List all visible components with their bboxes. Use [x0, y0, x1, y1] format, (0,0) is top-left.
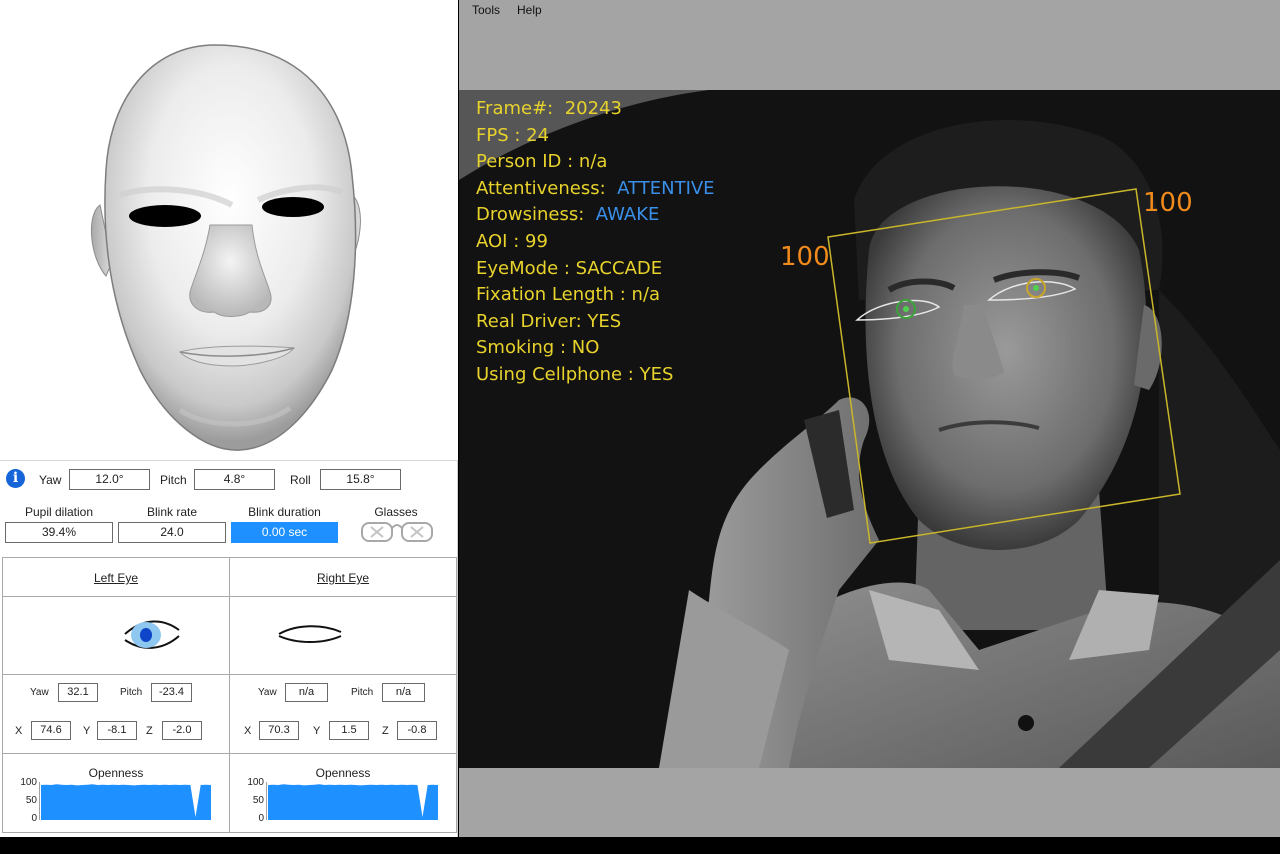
right-eye-x-label: X [244, 725, 252, 737]
right-openness-ytick-50: 50 [252, 795, 264, 806]
right-eye-z-label: Z [382, 725, 389, 737]
divider [229, 558, 230, 832]
right-eye-yaw-label: Yaw [258, 687, 277, 698]
blink-duration-label: Blink duration [248, 505, 321, 519]
divider [3, 674, 456, 675]
face-box-label-right: 100 [1143, 188, 1193, 218]
menu-help[interactable]: Help [517, 3, 542, 17]
divider [3, 596, 456, 597]
left-openness-ytick-50: 50 [25, 795, 37, 806]
right-eye-title: Right Eye [316, 571, 370, 585]
openness-area [41, 784, 211, 820]
video-padding [459, 768, 1280, 837]
glasses-label: Glasses [374, 505, 418, 519]
overlay-drowsiness: Drowsiness: AWAKE [476, 204, 660, 225]
divider [3, 753, 456, 754]
right-openness-chart [266, 782, 438, 820]
right-openness-ytick-100: 100 [247, 777, 264, 788]
glasses-icon [361, 522, 433, 542]
left-eye-y-field: -8.1 [97, 721, 137, 740]
right-eye-pitch-label: Pitch [351, 687, 374, 698]
blink-rate-label: Blink rate [146, 505, 198, 519]
left-eye-yaw-field: 32.1 [58, 683, 98, 702]
eye-details-grid: Left Eye Yaw 32.1 Pitch -23.4 X 74.6 Y -… [2, 557, 457, 833]
pupil-dilation-label: Pupil dilation [24, 505, 94, 519]
eye-closed-icon [278, 625, 342, 643]
overlay-aoi: AOI : 99 [476, 231, 548, 252]
overlay-fixation: Fixation Length : n/a [476, 284, 661, 305]
face-box-label-left: 100 [780, 242, 830, 272]
right-eye-pitch-field: n/a [382, 683, 425, 702]
left-eye-x-label: X [15, 725, 23, 737]
left-eye-z-field: -2.0 [162, 721, 202, 740]
right-openness-ytick-0: 0 [258, 813, 264, 824]
head-yaw-field: 12.0° [69, 469, 150, 490]
video-padding [459, 20, 1280, 90]
analysis-panel: i Yaw 12.0° Pitch 4.8° Roll 15.8° Pupil … [0, 0, 458, 837]
overlay-eyemode: EyeMode : SACCADE [476, 258, 663, 279]
right-eye-z-field: -0.8 [397, 721, 437, 740]
eye-open-icon [124, 620, 180, 649]
divider [0, 460, 458, 461]
left-eye-z-label: Z [146, 725, 153, 737]
pitch-label: Pitch [160, 473, 187, 487]
left-eye-title: Left Eye [93, 571, 139, 585]
overlay-attentiveness: Attentiveness: ATTENTIVE [476, 178, 715, 199]
right-eye-x-field: 70.3 [259, 721, 299, 740]
left-openness-chart [39, 782, 211, 820]
app-window: i Yaw 12.0° Pitch 4.8° Roll 15.8° Pupil … [0, 0, 1280, 854]
taskbar-strip [0, 837, 1280, 854]
overlay-person-id: Person ID : n/a [476, 151, 608, 172]
overlay-cellphone: Using Cellphone : YES [476, 364, 674, 385]
left-eye-x-field: 74.6 [31, 721, 71, 740]
pupil-dilation-field: 39.4% [5, 522, 113, 543]
left-eye-y-label: Y [83, 725, 91, 737]
head-roll-field: 15.8° [320, 469, 401, 490]
blink-duration-field: 0.00 sec [231, 522, 338, 543]
face-3d-model-view[interactable] [0, 0, 458, 460]
left-eye-pitch-field: -23.4 [151, 683, 192, 702]
left-openness-ytick-100: 100 [20, 777, 37, 788]
yaw-label: Yaw [39, 473, 62, 487]
overlay-real-driver: Real Driver: YES [476, 311, 622, 332]
openness-area [268, 784, 438, 820]
menu-bar: Tools Help [459, 0, 1280, 20]
roll-label: Roll [290, 473, 311, 487]
right-eye-y-field: 1.5 [329, 721, 369, 740]
menu-tools[interactable]: Tools [472, 3, 500, 17]
blink-rate-field: 24.0 [118, 522, 226, 543]
left-eye-yaw-label: Yaw [30, 687, 49, 698]
head-pitch-field: 4.8° [194, 469, 275, 490]
overlay-frame: Frame#: 20243 [476, 98, 622, 119]
right-eye-yaw-field: n/a [285, 683, 328, 702]
overlay-smoking: Smoking : NO [476, 337, 600, 358]
right-eye-y-label: Y [313, 725, 321, 737]
info-icon[interactable]: i [6, 469, 25, 488]
overlay-fps: FPS : 24 [476, 125, 550, 146]
face-mesh-icon [90, 44, 361, 451]
left-eye-pitch-label: Pitch [120, 687, 143, 698]
left-openness-ytick-0: 0 [31, 813, 37, 824]
